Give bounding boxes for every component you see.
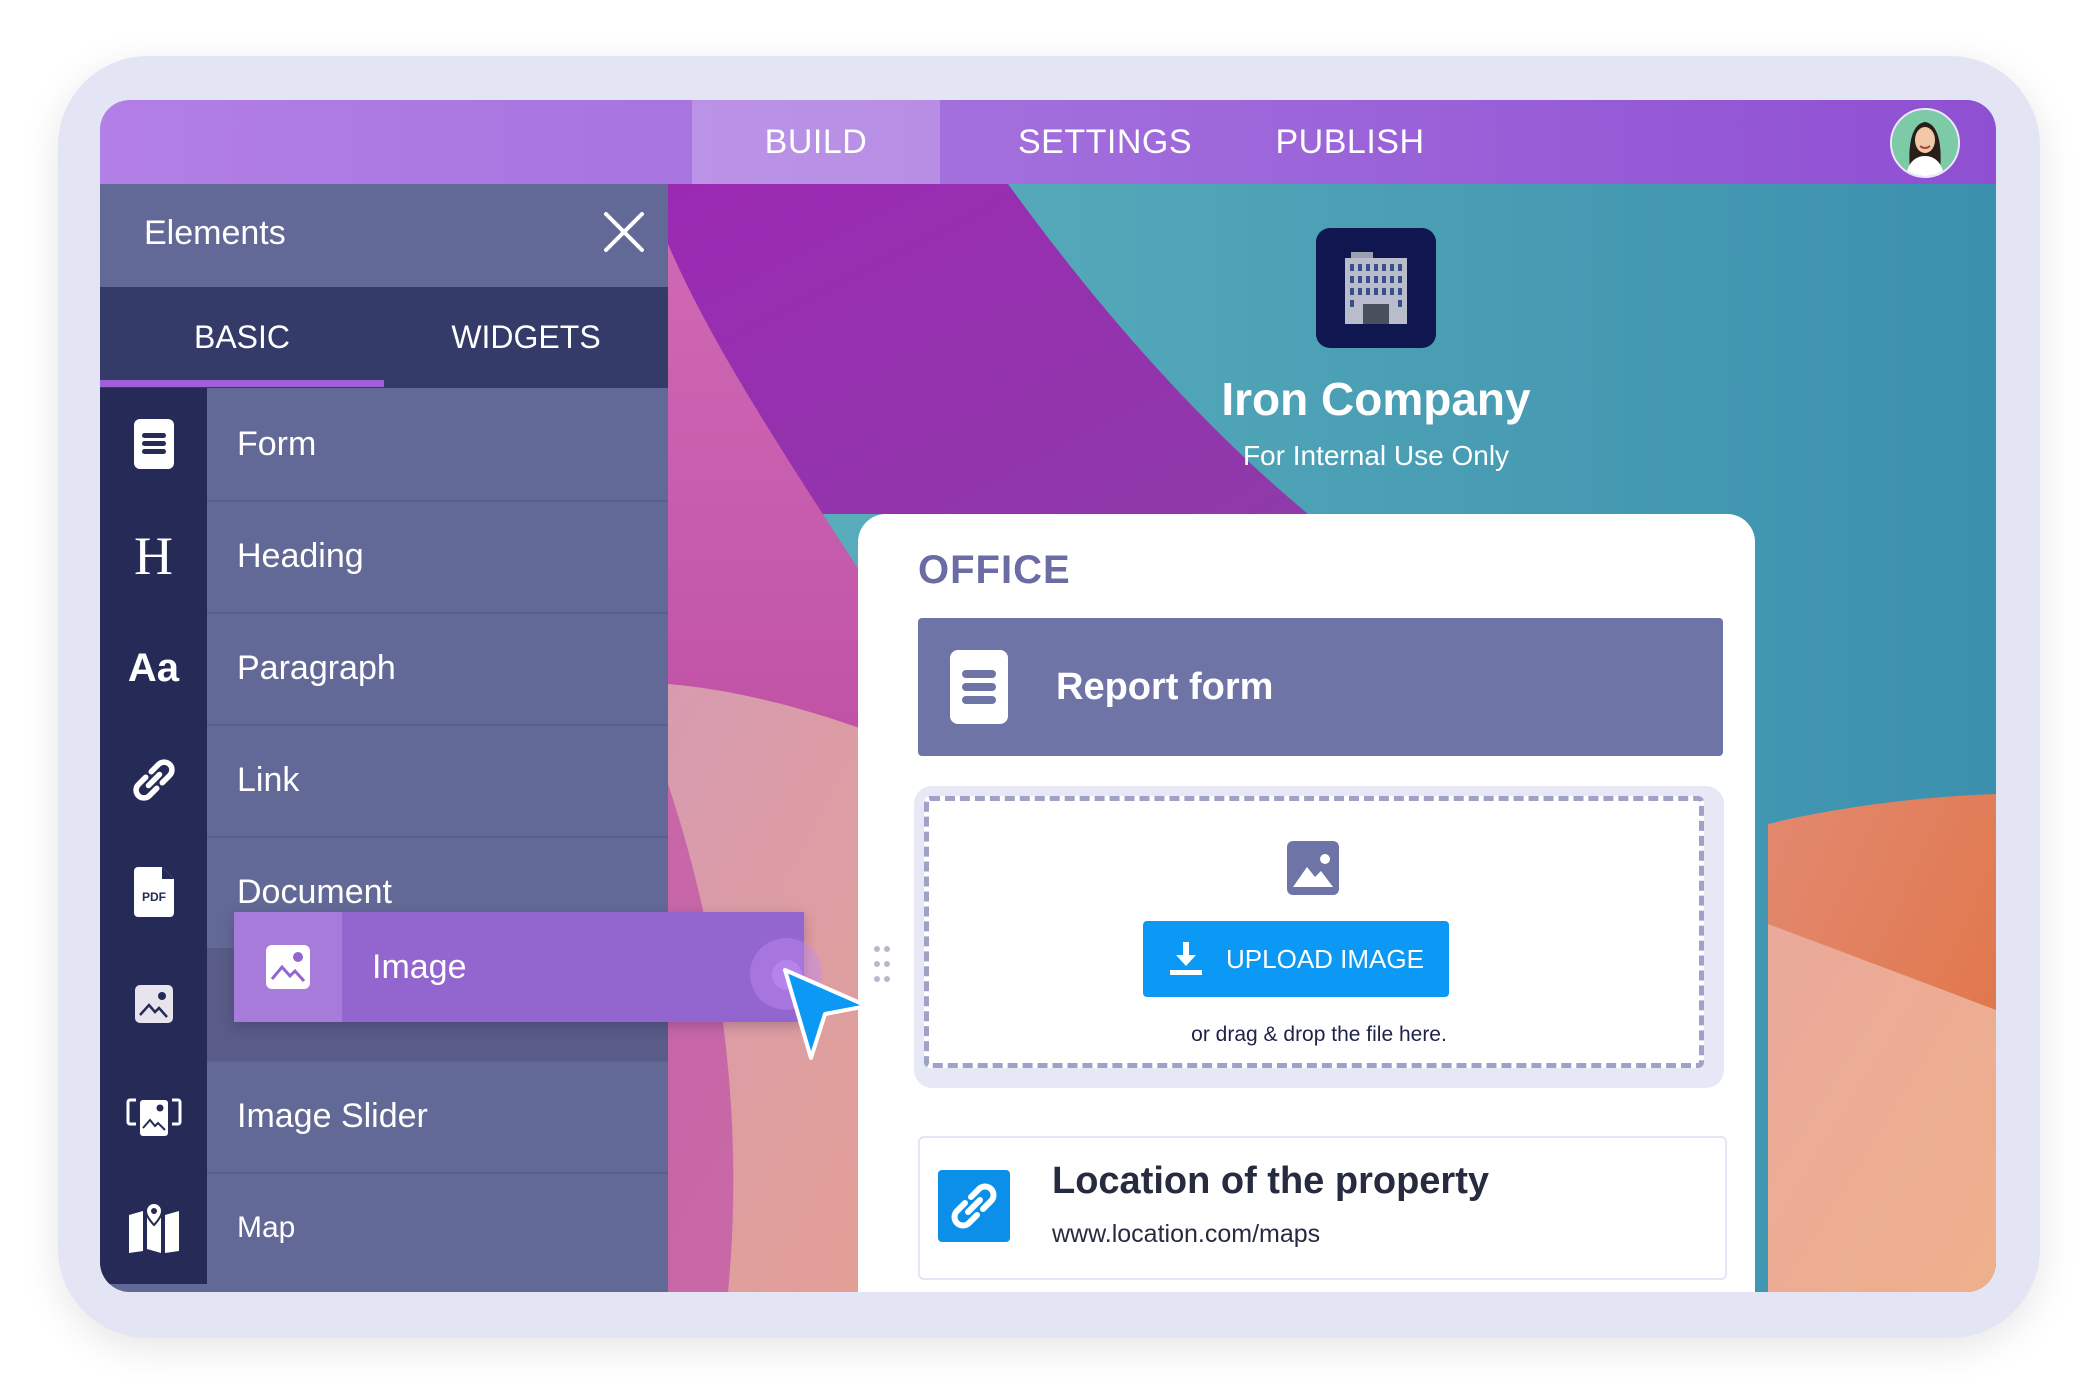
download-icon [1170, 942, 1203, 975]
tab-widgets-label: WIDGETS [451, 319, 601, 355]
link-url[interactable]: www.location.com/maps [1052, 1220, 1320, 1249]
element-label: Image Slider [237, 1096, 428, 1135]
link-title: Location of the property [1052, 1160, 1489, 1202]
pdf-icon: PDF [100, 836, 207, 948]
tab-widgets[interactable]: WIDGETS [384, 287, 668, 388]
element-image-slider[interactable]: Image Slider [100, 1060, 668, 1174]
map-icon [100, 1172, 207, 1284]
app-screen: BUILD SETTINGS PUBLISH Iron Company For … [100, 100, 1996, 1292]
element-label: Form [237, 424, 317, 463]
elements-panel: Elements BASIC WIDGETS Form H Heading Aa… [100, 184, 668, 1292]
element-form[interactable]: Form [100, 388, 668, 502]
office-building-icon [1345, 252, 1407, 324]
element-label: Paragraph [237, 648, 396, 687]
element-label: Heading [237, 536, 364, 575]
avatar-icon [1892, 110, 1958, 176]
tab-settings-label: SETTINGS [1017, 122, 1193, 161]
image-placeholder-icon [1287, 841, 1339, 895]
user-avatar[interactable] [1890, 108, 1960, 178]
panel-tabs: BASIC WIDGETS [100, 287, 668, 388]
paragraph-icon: Aa [100, 612, 207, 724]
svg-text:PDF: PDF [142, 890, 166, 904]
company-logo [1316, 228, 1436, 348]
paragraph-glyph: Aa [127, 645, 180, 690]
dragging-image-element[interactable]: Image [234, 912, 869, 1060]
elements-panel-header: Elements [100, 184, 668, 287]
top-nav-bar: BUILD SETTINGS PUBLISH [100, 100, 1996, 184]
heading-glyph: H [134, 526, 173, 586]
drag-handle-icon[interactable] [872, 944, 892, 984]
report-form-label: Report form [1056, 665, 1274, 708]
tab-basic[interactable]: BASIC [100, 287, 384, 388]
link-element[interactable]: Location of the property www.location.co… [918, 1136, 1727, 1280]
element-map[interactable]: Map [100, 1172, 668, 1284]
tab-settings[interactable]: SETTINGS [1010, 100, 1200, 184]
panel-title: Elements [144, 214, 286, 252]
elements-list: Form H Heading Aa Paragraph Link PDF Doc… [100, 388, 668, 1292]
element-link[interactable]: Link [100, 724, 668, 838]
image-icon [100, 948, 207, 1060]
image-icon [234, 912, 342, 1022]
element-label: Link [237, 760, 300, 799]
mouse-pointer-icon [783, 968, 869, 1060]
element-paragraph[interactable]: Aa Paragraph [100, 612, 668, 726]
tab-build-label: BUILD [764, 122, 868, 161]
dragging-label: Image [372, 947, 467, 986]
upload-button-label: UPLOAD IMAGE [1226, 943, 1424, 974]
tab-publish-label: PUBLISH [1275, 122, 1425, 161]
heading-icon: H [100, 500, 207, 612]
section-title: OFFICE [918, 548, 1071, 592]
form-card: OFFICE Report form UPLOAD IMAGE or drag … [858, 514, 1755, 1292]
form-icon [950, 650, 1008, 724]
tab-publish[interactable]: PUBLISH [1260, 100, 1440, 184]
close-icon[interactable] [602, 210, 646, 254]
report-form-button[interactable]: Report form [918, 618, 1723, 756]
company-tagline: For Internal Use Only [1242, 440, 1510, 471]
image-upload-zone[interactable]: UPLOAD IMAGE or drag & drop the file her… [914, 786, 1724, 1088]
element-label: Map [237, 1211, 296, 1244]
image-slider-icon [100, 1060, 207, 1172]
company-name: Iron Company [1221, 373, 1531, 425]
form-icon [100, 388, 207, 500]
tab-build[interactable]: BUILD [692, 100, 940, 184]
link-icon [938, 1170, 1010, 1242]
upload-image-button[interactable]: UPLOAD IMAGE [1143, 921, 1449, 997]
tab-basic-label: BASIC [193, 319, 291, 355]
drop-area[interactable]: UPLOAD IMAGE or drag & drop the file her… [924, 796, 1704, 1068]
link-icon [100, 724, 207, 836]
active-tab-indicator [100, 380, 384, 387]
element-heading[interactable]: H Heading [100, 500, 668, 614]
upload-hint: or drag & drop the file here. [1191, 1023, 1447, 1046]
